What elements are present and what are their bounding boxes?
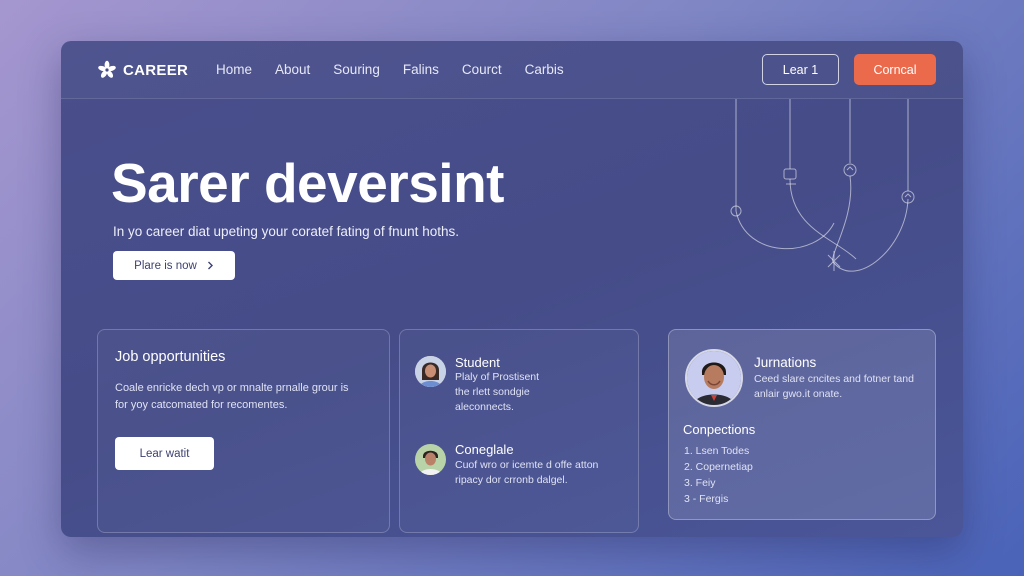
profile-card: Jurnations Ceed slare cncites and fotner… [668, 329, 936, 520]
coneglale-line: ripacy dor crronb dalgel. [455, 474, 568, 486]
profile-avatar-icon [687, 351, 741, 405]
list-item[interactable]: 2. Copernetiap [684, 461, 753, 477]
job-card-line: for yoy catcomated for recomentes. [115, 399, 288, 411]
job-card-line: Coale enricke dech vp or mnalte prnalle … [115, 382, 349, 394]
flower-logo-icon [98, 60, 116, 78]
list-item[interactable]: 3 - Fergis [684, 493, 753, 509]
student-name: Student [455, 355, 500, 370]
avatar[interactable] [685, 349, 743, 407]
coneglale-avatar-icon [415, 444, 446, 475]
login-button[interactable]: Lear 1 [762, 54, 839, 85]
hero-title: Sarer deversint [111, 152, 505, 214]
nav-item-courct[interactable]: Courct [462, 62, 502, 77]
job-card-description: Coale enricke dech vp or mnalte prnalle … [115, 380, 349, 414]
avatar[interactable] [415, 356, 446, 387]
nav-item-souring[interactable]: Souring [333, 62, 380, 77]
student-line: aleconnects. [455, 401, 514, 413]
nav-item-carbis[interactable]: Carbis [525, 62, 564, 77]
hero-cta-button[interactable]: Plare is now [113, 251, 235, 280]
app-window: CAREER Home About Souring Falins Courct … [61, 41, 963, 537]
nav-item-about[interactable]: About [275, 62, 310, 77]
brand-logo[interactable]: CAREER [97, 60, 188, 80]
student-line: Plaly of Prostisent [455, 371, 540, 383]
hero-subtitle: In yo career diat upeting your coratef f… [113, 224, 459, 239]
profile-line: Ceed slare cncites and fotner tand [754, 373, 914, 385]
list-item[interactable]: 3. Feiy [684, 477, 753, 493]
top-navigation-bar: CAREER Home About Souring Falins Courct … [61, 41, 963, 99]
decorative-line-illustration [730, 99, 915, 272]
profile-line: anlair gwo.it onate. [754, 388, 843, 400]
nav-item-falins[interactable]: Falins [403, 62, 439, 77]
coneglale-description: Cuof wro or icemte d offe atton ripacy d… [455, 458, 598, 488]
student-avatar-icon [415, 356, 446, 387]
job-card-button[interactable]: Lear watit [115, 437, 214, 470]
people-card: Student Plaly of Prostisent the rlett so… [399, 329, 639, 533]
coneglale-line: Cuof wro or icemte d offe atton [455, 459, 599, 471]
job-card-title: Job opportunities [115, 349, 226, 365]
job-opportunities-card: Job opportunities Coale enricke dech vp … [97, 329, 390, 533]
main-nav: Home About Souring Falins Courct Carbis [216, 62, 587, 77]
chevron-right-icon [207, 261, 213, 270]
connections-title: Conpections [683, 422, 756, 437]
coneglale-name: Coneglale [455, 442, 514, 457]
profile-description: Ceed slare cncites and fotner tand anlai… [754, 372, 914, 402]
hero-cta-label: Plare is now [134, 259, 197, 272]
nav-item-home[interactable]: Home [216, 62, 252, 77]
student-line: the rlett sondgie [455, 386, 530, 398]
student-description: Plaly of Prostisent the rlett sondgie al… [455, 370, 539, 415]
brand-name: CAREER [123, 61, 189, 79]
profile-name: Jurnations [754, 355, 817, 370]
contact-button[interactable]: Corncal [854, 54, 936, 85]
list-item[interactable]: 1. Lsen Todes [684, 445, 753, 461]
avatar[interactable] [415, 444, 446, 475]
connections-list: 1. Lsen Todes 2. Copernetiap 3. Feiy 3 -… [684, 445, 753, 509]
